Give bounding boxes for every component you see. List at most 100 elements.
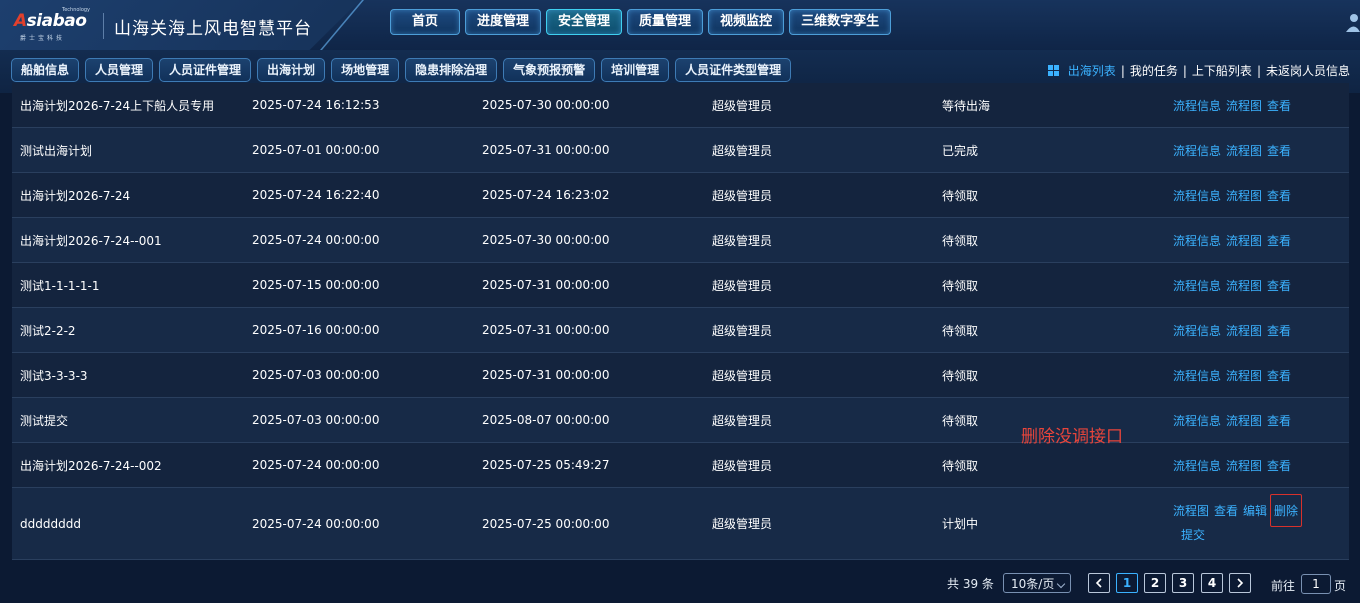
chevron-down-icon bbox=[1056, 579, 1066, 589]
prev-page-button[interactable] bbox=[1088, 573, 1110, 593]
cell-start-time: 2025-07-24 16:22:40 bbox=[252, 188, 380, 202]
company-logo: Asiabao Technology 爵士宝科技 bbox=[14, 7, 94, 43]
link-view[interactable]: 查看 bbox=[1267, 232, 1291, 249]
goto-page-input[interactable]: 1 bbox=[1301, 574, 1331, 594]
link-view[interactable]: 查看 bbox=[1267, 322, 1291, 339]
link-sea-list[interactable]: 出海列表 bbox=[1063, 62, 1121, 79]
link-flowchart[interactable]: 流程图 bbox=[1226, 412, 1262, 429]
logo-wordmark: Asiabao bbox=[14, 11, 87, 31]
cell-status: 待领取 bbox=[942, 233, 979, 248]
link-not-returned[interactable]: 未返岗人员信息 bbox=[1261, 62, 1355, 79]
link-process-info[interactable]: 流程信息 bbox=[1173, 367, 1221, 384]
top-nav-quality[interactable]: 质量管理 bbox=[627, 9, 704, 35]
link-flowchart[interactable]: 流程图 bbox=[1173, 502, 1209, 519]
table-row: 测试提交 2025-07-03 00:00:00 2025-08-07 00:0… bbox=[12, 398, 1349, 443]
cell-ops: 流程信息 流程图 查看 bbox=[1173, 218, 1296, 262]
cell-plan-name: 出海计划2026-7-24--001 bbox=[20, 233, 162, 248]
link-view[interactable]: 查看 bbox=[1267, 187, 1291, 204]
table-row: 测试1-1-1-1-1 2025-07-15 00:00:00 2025-07-… bbox=[12, 263, 1349, 308]
pagination: 共 39 条 10条/页 1 2 3 4 前往 1 页 bbox=[0, 573, 1360, 595]
cell-owner: 超级管理员 bbox=[712, 368, 773, 383]
cell-plan-name: 测试出海计划 bbox=[20, 143, 93, 158]
link-process-info[interactable]: 流程信息 bbox=[1173, 412, 1221, 429]
sub-nav-certificates[interactable]: 人员证件管理 bbox=[159, 58, 252, 82]
link-flowchart[interactable]: 流程图 bbox=[1226, 97, 1262, 114]
link-boarding-list[interactable]: 上下船列表 bbox=[1187, 62, 1257, 79]
page-button[interactable]: 2 bbox=[1144, 573, 1166, 593]
cell-ops: 流程信息 流程图 查看 bbox=[1173, 263, 1296, 307]
cell-ops: 流程信息 流程图 查看 bbox=[1173, 443, 1296, 487]
cell-owner: 超级管理员 bbox=[712, 143, 773, 158]
cell-status: 待领取 bbox=[942, 458, 979, 473]
link-process-info[interactable]: 流程信息 bbox=[1173, 187, 1221, 204]
link-view[interactable]: 查看 bbox=[1267, 457, 1291, 474]
sub-nav-personnel[interactable]: 人员管理 bbox=[85, 58, 154, 82]
cell-owner: 超级管理员 bbox=[712, 98, 773, 113]
cell-plan-name: 测试提交 bbox=[20, 413, 69, 428]
sub-nav-training[interactable]: 培训管理 bbox=[601, 58, 670, 82]
cell-status: 已完成 bbox=[942, 143, 979, 158]
sub-nav-hazard[interactable]: 隐患排除治理 bbox=[405, 58, 498, 82]
link-my-tasks[interactable]: 我的任务 bbox=[1125, 62, 1183, 79]
sub-nav-site[interactable]: 场地管理 bbox=[331, 58, 400, 82]
link-view[interactable]: 查看 bbox=[1267, 97, 1291, 114]
link-flowchart[interactable]: 流程图 bbox=[1226, 457, 1262, 474]
link-flowchart[interactable]: 流程图 bbox=[1226, 142, 1262, 159]
link-process-info[interactable]: 流程信息 bbox=[1173, 277, 1221, 294]
cell-end-time: 2025-07-30 00:00:00 bbox=[482, 233, 610, 247]
sub-nav-cert-types[interactable]: 人员证件类型管理 bbox=[675, 58, 792, 82]
link-delete[interactable]: 删除 bbox=[1270, 493, 1303, 527]
link-view[interactable]: 查看 bbox=[1267, 412, 1291, 429]
top-nav-safety[interactable]: 安全管理 bbox=[546, 9, 623, 35]
cell-plan-name: 测试1-1-1-1-1 bbox=[20, 278, 100, 293]
link-flowchart[interactable]: 流程图 bbox=[1226, 232, 1262, 249]
table-row: 出海计划2026-7-24上下船人员专用 2025-07-24 16:12:53… bbox=[12, 83, 1349, 128]
link-edit[interactable]: 编辑 bbox=[1243, 502, 1267, 519]
table-row: 出海计划2026-7-24 2025-07-24 16:22:40 2025-0… bbox=[12, 173, 1349, 218]
cell-start-time: 2025-07-16 00:00:00 bbox=[252, 323, 380, 337]
sea-plan-table: 出海计划2026-7-24上下船人员专用 2025-07-24 16:12:53… bbox=[12, 83, 1349, 560]
user-icon[interactable] bbox=[1342, 12, 1360, 34]
cell-start-time: 2025-07-03 00:00:00 bbox=[252, 368, 380, 382]
link-submit[interactable]: 提交 bbox=[1181, 526, 1205, 543]
page-size-select[interactable]: 10条/页 bbox=[1003, 573, 1071, 593]
link-view[interactable]: 查看 bbox=[1267, 277, 1291, 294]
top-nav-digital-twin[interactable]: 三维数字孪生 bbox=[789, 9, 892, 35]
link-process-info[interactable]: 流程信息 bbox=[1173, 232, 1221, 249]
link-flowchart[interactable]: 流程图 bbox=[1226, 187, 1262, 204]
link-flowchart[interactable]: 流程图 bbox=[1226, 367, 1262, 384]
table-row: 测试出海计划 2025-07-01 00:00:00 2025-07-31 00… bbox=[12, 128, 1349, 173]
top-nav: 首页 进度管理 安全管理 质量管理 视频监控 三维数字孪生 bbox=[390, 9, 892, 35]
cell-ops: 流程信息 流程图 查看 bbox=[1173, 173, 1296, 217]
table-row: 出海计划2026-7-24--001 2025-07-24 00:00:00 2… bbox=[12, 218, 1349, 263]
link-flowchart[interactable]: 流程图 bbox=[1226, 322, 1262, 339]
page-size-value: 10条/页 bbox=[1011, 577, 1055, 591]
page-button[interactable]: 3 bbox=[1172, 573, 1194, 593]
top-nav-progress[interactable]: 进度管理 bbox=[465, 9, 542, 35]
cell-owner: 超级管理员 bbox=[712, 323, 773, 338]
top-nav-home[interactable]: 首页 bbox=[390, 9, 461, 35]
sub-nav-sea-plan[interactable]: 出海计划 bbox=[257, 58, 326, 82]
page-button[interactable]: 1 bbox=[1116, 573, 1138, 593]
cell-owner: 超级管理员 bbox=[712, 517, 773, 531]
page-button[interactable]: 4 bbox=[1201, 573, 1223, 593]
link-view[interactable]: 查看 bbox=[1267, 142, 1291, 159]
next-page-button[interactable] bbox=[1229, 573, 1251, 593]
review-annotation: 删除没调接口 bbox=[1021, 427, 1123, 447]
link-view[interactable]: 查看 bbox=[1214, 502, 1238, 519]
cell-start-time: 2025-07-24 00:00:00 bbox=[252, 233, 380, 247]
cell-start-time: 2025-07-24 00:00:00 bbox=[252, 516, 380, 531]
top-nav-video[interactable]: 视频监控 bbox=[708, 9, 785, 35]
link-process-info[interactable]: 流程信息 bbox=[1173, 457, 1221, 474]
link-process-info[interactable]: 流程信息 bbox=[1173, 97, 1221, 114]
cell-start-time: 2025-07-24 16:12:53 bbox=[252, 98, 380, 112]
cell-ops: 流程信息 流程图 查看 bbox=[1173, 83, 1296, 127]
goto-suffix: 页 bbox=[1334, 579, 1347, 593]
link-process-info[interactable]: 流程信息 bbox=[1173, 142, 1221, 159]
sub-nav-ship-info[interactable]: 船舶信息 bbox=[11, 58, 80, 82]
sub-nav-weather[interactable]: 气象预报预警 bbox=[503, 58, 596, 82]
link-view[interactable]: 查看 bbox=[1267, 367, 1291, 384]
cell-status: 待领取 bbox=[942, 413, 979, 428]
link-flowchart[interactable]: 流程图 bbox=[1226, 277, 1262, 294]
link-process-info[interactable]: 流程信息 bbox=[1173, 322, 1221, 339]
